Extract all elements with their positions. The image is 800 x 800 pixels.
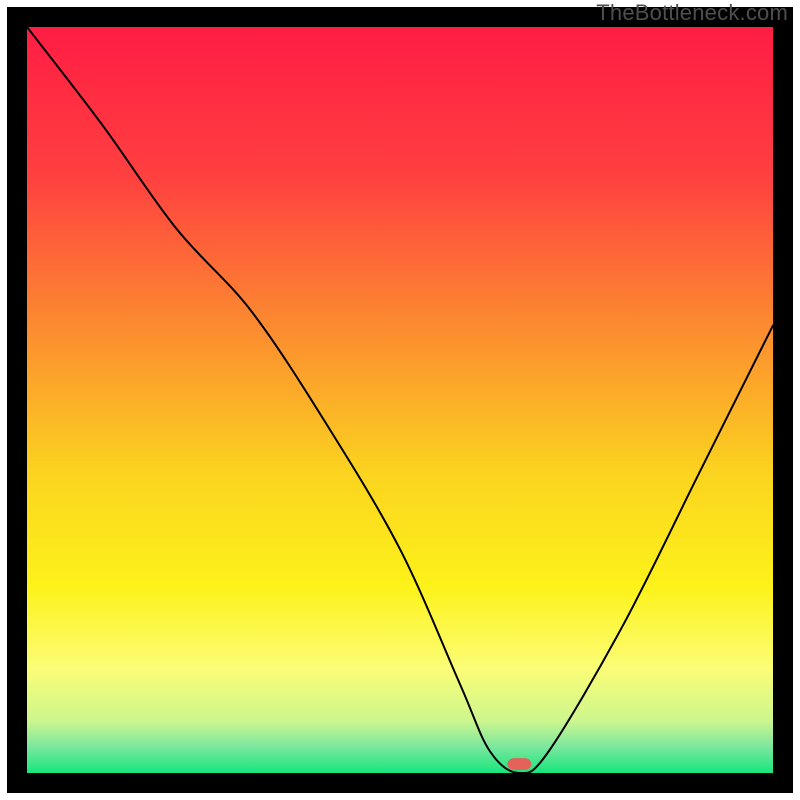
chart-background: [27, 27, 773, 773]
chart-svg: [27, 27, 773, 773]
chart-frame: [7, 7, 793, 793]
watermark-text: TheBottleneck.com: [596, 0, 788, 26]
plot-area: [27, 27, 773, 773]
optimal-marker: [507, 758, 531, 770]
